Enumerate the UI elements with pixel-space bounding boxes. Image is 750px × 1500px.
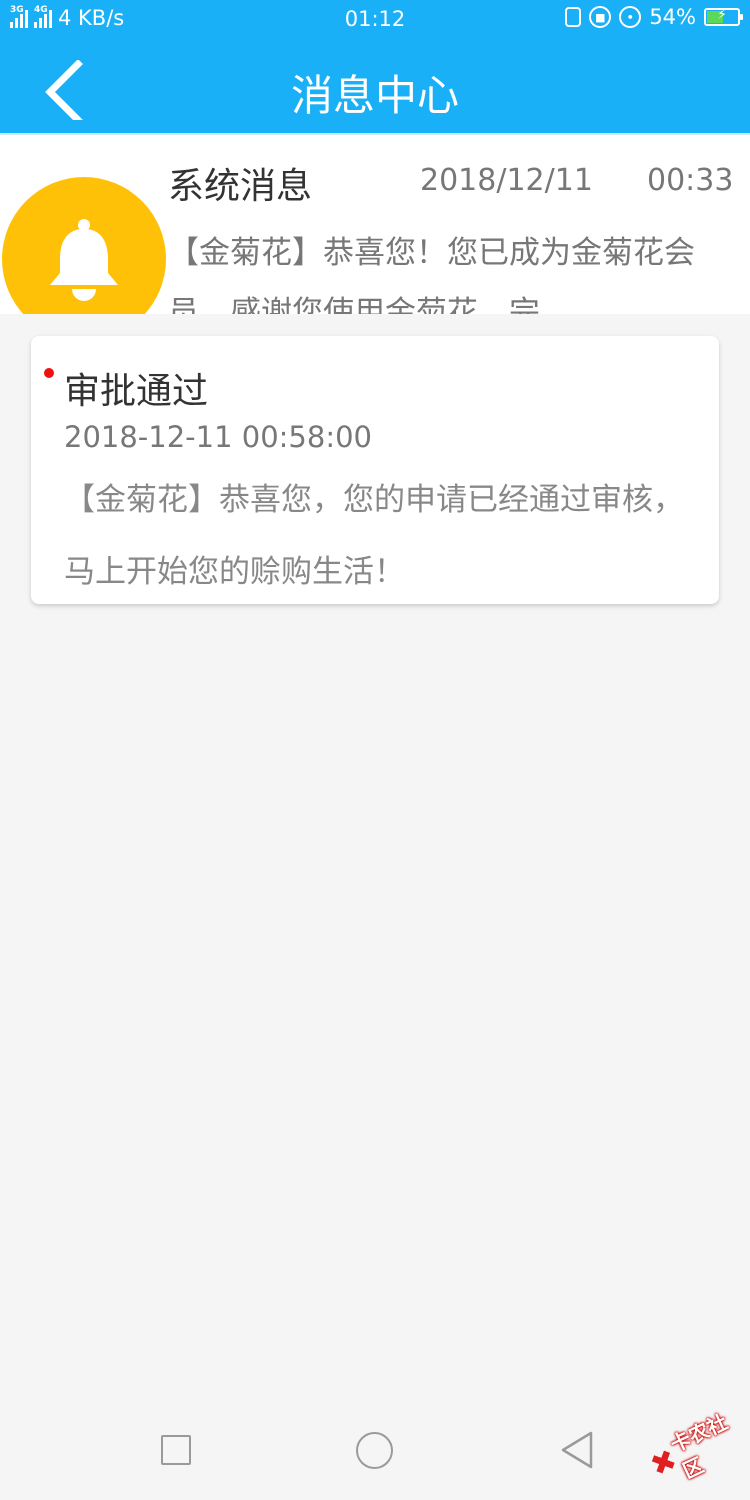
bell-icon	[50, 219, 118, 301]
unread-dot	[44, 368, 54, 378]
battery-percent: 54%	[649, 5, 696, 29]
vibrate-icon	[565, 7, 582, 27]
system-message-item[interactable]: 系统消息 2018/12/11 00:33 【金菊花】恭喜您！您已成为金菊花会员…	[0, 135, 750, 314]
rotation-lock-icon: ■	[589, 6, 612, 28]
status-right: ■ • 54% ⚡	[565, 5, 743, 29]
home-button[interactable]	[356, 1432, 393, 1469]
avatar	[2, 177, 166, 314]
header: 消息中心	[0, 38, 750, 135]
message-time: 00:33	[647, 163, 734, 198]
card-title: 审批通过	[64, 371, 209, 412]
status-bar: 3G 4G 4 KB/s 01:12 ■ • 54% ⚡	[0, 0, 750, 38]
page-title: 消息中心	[290, 71, 459, 120]
system-navigation-bar	[0, 1400, 750, 1500]
back-triangle-icon[interactable]	[560, 1431, 594, 1469]
message-date: 2018/12/11	[420, 163, 593, 198]
message-preview: 【金菊花】恭喜您！您已成为金菊花会员，感谢您使用金菊花，完	[168, 235, 695, 314]
approval-card[interactable]: 审批通过 2018-12-11 00:58:00 【金菊花】恭喜您，您的申请已经…	[31, 336, 719, 604]
card-body: 【金菊花】恭喜您，您的申请已经通过审核，马上开始您的赊购生活！	[64, 482, 684, 590]
card-datetime: 2018-12-11 00:58:00	[64, 420, 372, 454]
alarm-icon: •	[619, 6, 642, 28]
charging-bolt-icon: ⚡	[717, 7, 727, 23]
battery-icon: ⚡	[704, 7, 743, 26]
message-title: 系统消息	[168, 166, 313, 207]
recent-apps-button[interactable]	[161, 1435, 191, 1465]
